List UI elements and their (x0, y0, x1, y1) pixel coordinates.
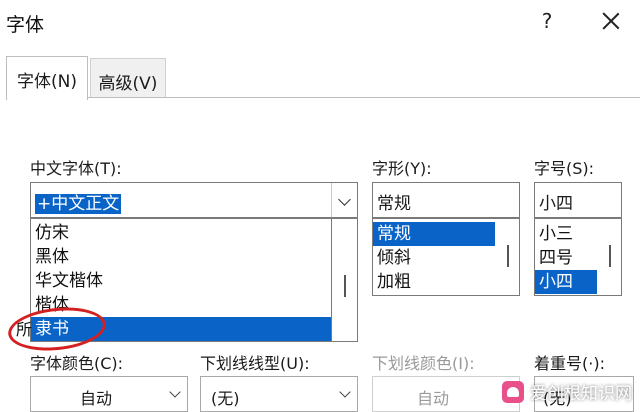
list-item-selected[interactable]: 常规 (373, 222, 495, 246)
list-item[interactable]: 加粗 (373, 270, 495, 294)
chinese-font-scrollbar[interactable] (332, 218, 358, 342)
list-item[interactable]: 小三 (535, 222, 597, 246)
chinese-font-dropdown-button[interactable] (331, 183, 357, 217)
site-watermark: 爱创根知识网 (502, 379, 632, 404)
list-item[interactable]: 黑体 (31, 245, 331, 269)
underline-color-dropdown: 自动 (372, 376, 520, 412)
font-size-input[interactable]: 小四 (534, 182, 622, 218)
list-item[interactable]: 华文楷体 (31, 269, 331, 293)
scrollbar-thumb[interactable] (507, 245, 509, 267)
brand-logo-icon (502, 380, 524, 403)
chevron-down-icon[interactable] (169, 386, 181, 398)
font-color-dropdown[interactable]: 自动 (30, 376, 188, 412)
underline-style-label: 下划线线型(U): (200, 354, 310, 373)
font-size-list[interactable]: 小三 四号 小四 (534, 218, 622, 296)
tab-font[interactable]: 字体(N) (6, 56, 88, 100)
list-item[interactable]: 倾斜 (373, 246, 495, 270)
scrollbar-thumb[interactable] (344, 275, 346, 297)
chinese-font-value[interactable]: +中文正文 (35, 189, 122, 214)
help-button[interactable]: ? (536, 9, 558, 35)
emphasis-mark-label: 着重号(·): (534, 354, 605, 373)
underline-color-value: 自动 (416, 389, 449, 408)
chinese-font-label: 中文字体(T): (30, 159, 122, 178)
list-item-selected[interactable]: 小四 (535, 270, 597, 294)
font-style-input[interactable]: 常规 (372, 182, 520, 218)
font-style-list[interactable]: 常规 倾斜 加粗 (372, 218, 520, 296)
font-size-label: 字号(S): (534, 159, 595, 178)
font-size-value[interactable]: 小四 (539, 189, 573, 214)
font-color-value[interactable]: 自动 (31, 385, 161, 409)
tab-strip: 字体(N) 高级(V) (0, 56, 640, 100)
underline-style-value[interactable]: (无) (211, 385, 240, 409)
font-color-label: 字体颜色(C): (30, 354, 124, 373)
list-item[interactable]: 仿宋 (31, 221, 331, 245)
font-style-label: 字形(Y): (372, 159, 432, 178)
chevron-down-icon (338, 193, 351, 206)
tab-advanced[interactable]: 高级(V) (90, 58, 166, 98)
close-icon[interactable] (598, 6, 624, 36)
chevron-down-icon[interactable] (339, 386, 351, 398)
scrollbar-thumb[interactable] (609, 245, 611, 267)
list-item[interactable]: 四号 (535, 246, 597, 270)
chinese-font-combobox[interactable]: +中文正文 (30, 182, 358, 218)
watermark-text: 爱创根知识网 (530, 384, 632, 404)
font-style-value[interactable]: 常规 (377, 189, 411, 214)
underline-color-label: 下划线颜色(I): (372, 354, 475, 373)
dialog-titlebar: 字体 ? (0, 0, 640, 46)
underline-style-dropdown[interactable]: (无) (200, 376, 358, 412)
dialog-title: 字体 (6, 14, 45, 36)
